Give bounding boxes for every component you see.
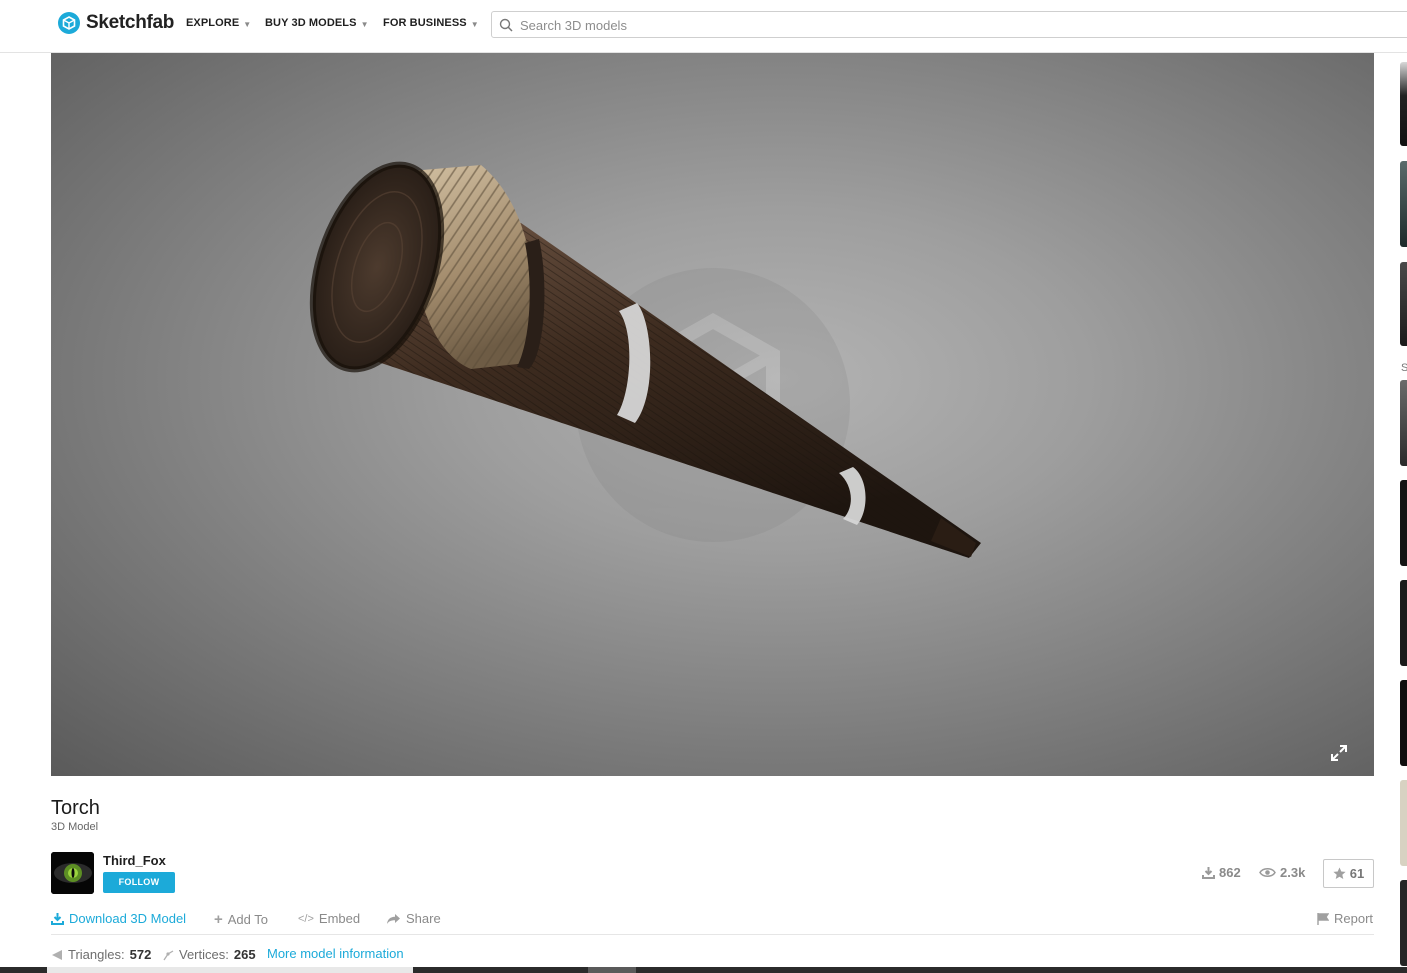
related-model-thumbnail[interactable] xyxy=(1400,680,1407,766)
model-viewer[interactable] xyxy=(51,53,1374,776)
top-navigation-bar: Sketchfab EXPLORE ▼ BUY 3D MODELS ▼ FOR … xyxy=(0,0,1407,53)
like-button[interactable]: 61 xyxy=(1323,859,1374,888)
search-icon xyxy=(499,18,513,32)
avatar[interactable] xyxy=(51,852,94,894)
bottom-section-edge xyxy=(0,967,1407,973)
related-model-thumbnail[interactable] xyxy=(1400,480,1407,566)
view-count: 2.3k xyxy=(1259,865,1305,880)
sidebar-section-label-partial: S xyxy=(1401,362,1407,374)
nav-explore[interactable]: EXPLORE ▼ xyxy=(186,17,251,29)
bottom-tab-strip xyxy=(47,967,413,973)
report-label: Report xyxy=(1334,911,1374,926)
more-model-information-link[interactable]: More model information xyxy=(267,946,404,961)
follow-button[interactable]: FOLLOW xyxy=(103,872,175,893)
sketchfab-logo[interactable]: Sketchfab xyxy=(58,11,174,35)
add-to-label: Add To xyxy=(227,912,269,927)
share-icon xyxy=(387,913,400,924)
search-input[interactable] xyxy=(518,15,1322,36)
triangles-value: 572 xyxy=(129,947,152,962)
bottom-tab-strip xyxy=(588,967,636,973)
eye-avatar-image xyxy=(51,852,94,894)
torch-3d-render xyxy=(309,161,981,558)
triangles-stat: Triangles: 572 xyxy=(51,947,151,962)
vertex-icon xyxy=(163,949,174,960)
triangles-label: Triangles: xyxy=(68,947,125,962)
search-box xyxy=(491,11,1407,38)
embed-button[interactable]: </> Embed xyxy=(298,911,360,926)
add-to-button[interactable]: + Add To xyxy=(214,911,268,928)
download-model-button[interactable]: Download 3D Model xyxy=(51,911,186,926)
embed-label: Embed xyxy=(318,911,361,926)
triangle-icon xyxy=(52,949,62,960)
related-model-thumbnail[interactable] xyxy=(1400,580,1407,666)
fullscreen-icon[interactable] xyxy=(1330,744,1348,762)
star-icon xyxy=(1333,867,1346,879)
related-model-thumbnail[interactable] xyxy=(1400,62,1407,146)
model-title: Torch xyxy=(51,797,100,819)
vertices-stat: Vertices: 265 xyxy=(162,947,256,962)
logo-text: Sketchfab xyxy=(86,12,175,33)
vertices-value: 265 xyxy=(233,947,256,962)
divider xyxy=(51,934,1374,935)
share-button[interactable]: Share xyxy=(386,911,441,926)
download-model-label: Download 3D Model xyxy=(69,911,187,926)
nav-for-business[interactable]: FOR BUSINESS ▼ xyxy=(383,17,479,29)
related-model-thumbnail[interactable] xyxy=(1400,380,1407,466)
flag-icon xyxy=(1317,912,1329,925)
chevron-down-icon: ▼ xyxy=(243,20,252,29)
report-button[interactable]: Report xyxy=(1317,911,1373,926)
vertices-label: Vertices: xyxy=(179,947,229,962)
nav-explore-label: EXPLORE xyxy=(186,17,240,29)
related-model-thumbnail[interactable] xyxy=(1400,262,1407,346)
related-model-thumbnail[interactable] xyxy=(1400,161,1407,247)
nav-for-business-label: FOR BUSINESS xyxy=(383,17,467,29)
download-count-value: 862 xyxy=(1219,865,1241,880)
share-label: Share xyxy=(406,911,441,926)
download-count: 862 xyxy=(1202,865,1241,880)
sketchfab-logo-icon xyxy=(58,12,80,34)
view-count-value: 2.3k xyxy=(1280,865,1306,880)
model-type-label: 3D Model xyxy=(51,821,99,833)
nav-buy-3d-models[interactable]: BUY 3D MODELS ▼ xyxy=(265,17,369,29)
author-name[interactable]: Third_Fox xyxy=(103,853,166,868)
eye-icon xyxy=(1259,868,1276,877)
download-icon xyxy=(1202,867,1215,879)
download-icon xyxy=(51,913,64,925)
chevron-down-icon: ▼ xyxy=(360,20,369,29)
related-model-thumbnail[interactable] xyxy=(1400,880,1407,966)
related-model-thumbnail[interactable] xyxy=(1400,780,1407,866)
code-icon: </> xyxy=(298,912,314,925)
nav-buy-3d-models-label: BUY 3D MODELS xyxy=(265,17,357,29)
chevron-down-icon: ▼ xyxy=(470,20,479,29)
plus-icon: + xyxy=(214,911,223,928)
like-count: 61 xyxy=(1349,866,1365,881)
